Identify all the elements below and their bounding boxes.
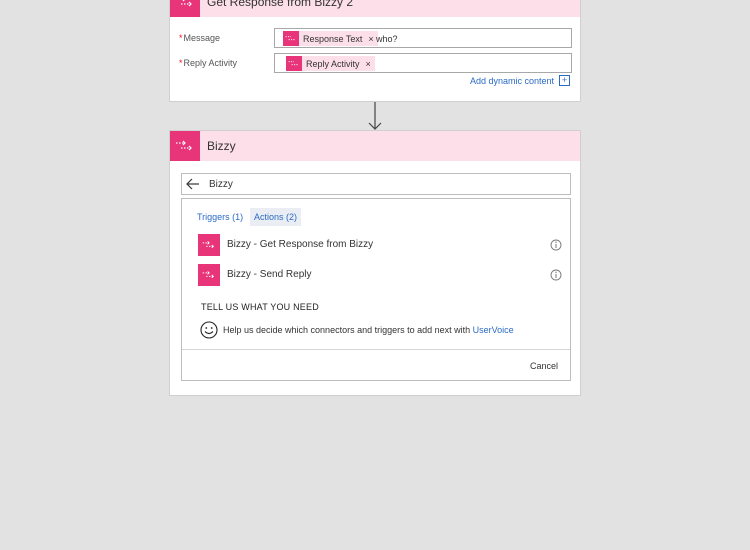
connector-search-input[interactable]: Bizzy [181,173,571,195]
action-card-get-response: Get Response from Bizzy 2 *Message Respo… [169,0,581,102]
card-header[interactable]: Get Response from Bizzy 2 [170,0,580,17]
info-icon[interactable] [550,239,562,251]
dynamic-token-response-text[interactable]: Response Text × [283,31,378,46]
message-label: *Message [179,33,221,43]
add-dynamic-content-link[interactable]: Add dynamic content + [470,75,570,86]
dynamic-token-reply-activity[interactable]: Reply Activity × [286,56,375,71]
uservoice-link[interactable]: UserVoice [473,325,514,335]
reply-activity-label: *Reply Activity [179,58,238,68]
bizzy-connector-icon [286,56,302,71]
search-value: Bizzy [209,179,233,190]
tab-triggers[interactable]: Triggers (1) [193,208,247,226]
bizzy-connector-icon [283,31,299,46]
tab-actions[interactable]: Actions (2) [250,208,302,226]
smiley-icon [200,321,218,339]
bizzy-connector-icon [170,131,200,161]
back-arrow-icon[interactable] [186,178,200,190]
action-card-bizzy: Bizzy Bizzy Triggers (1) Actions (2) Biz… [169,130,581,396]
bizzy-connector-icon [198,234,220,256]
divider [182,349,570,350]
info-icon[interactable] [550,269,562,281]
reply-activity-field[interactable]: Reply Activity × [274,53,572,73]
card-header[interactable]: Bizzy [170,131,580,161]
cancel-button[interactable]: Cancel [530,361,558,371]
card-title: Bizzy [207,139,236,153]
message-field[interactable]: Response Text × who? [274,28,572,48]
search-results-panel: Triggers (1) Actions (2) Bizzy - Get Res… [181,198,571,381]
action-item-get-response[interactable]: Bizzy - Get Response from Bizzy [198,234,562,256]
down-arrow-icon [368,102,382,130]
remove-token-icon[interactable]: × [368,34,373,44]
remove-token-icon[interactable]: × [366,59,371,69]
help-text: Help us decide which connectors and trig… [223,325,514,335]
bizzy-connector-icon [198,264,220,286]
bizzy-connector-icon [170,0,200,17]
card-title: Get Response from Bizzy 2 [207,0,354,9]
tell-us-heading: TELL US WHAT YOU NEED [201,302,319,312]
action-item-send-reply[interactable]: Bizzy - Send Reply [198,264,562,286]
message-text: who? [376,34,398,44]
add-dynamic-icon: + [559,75,570,86]
